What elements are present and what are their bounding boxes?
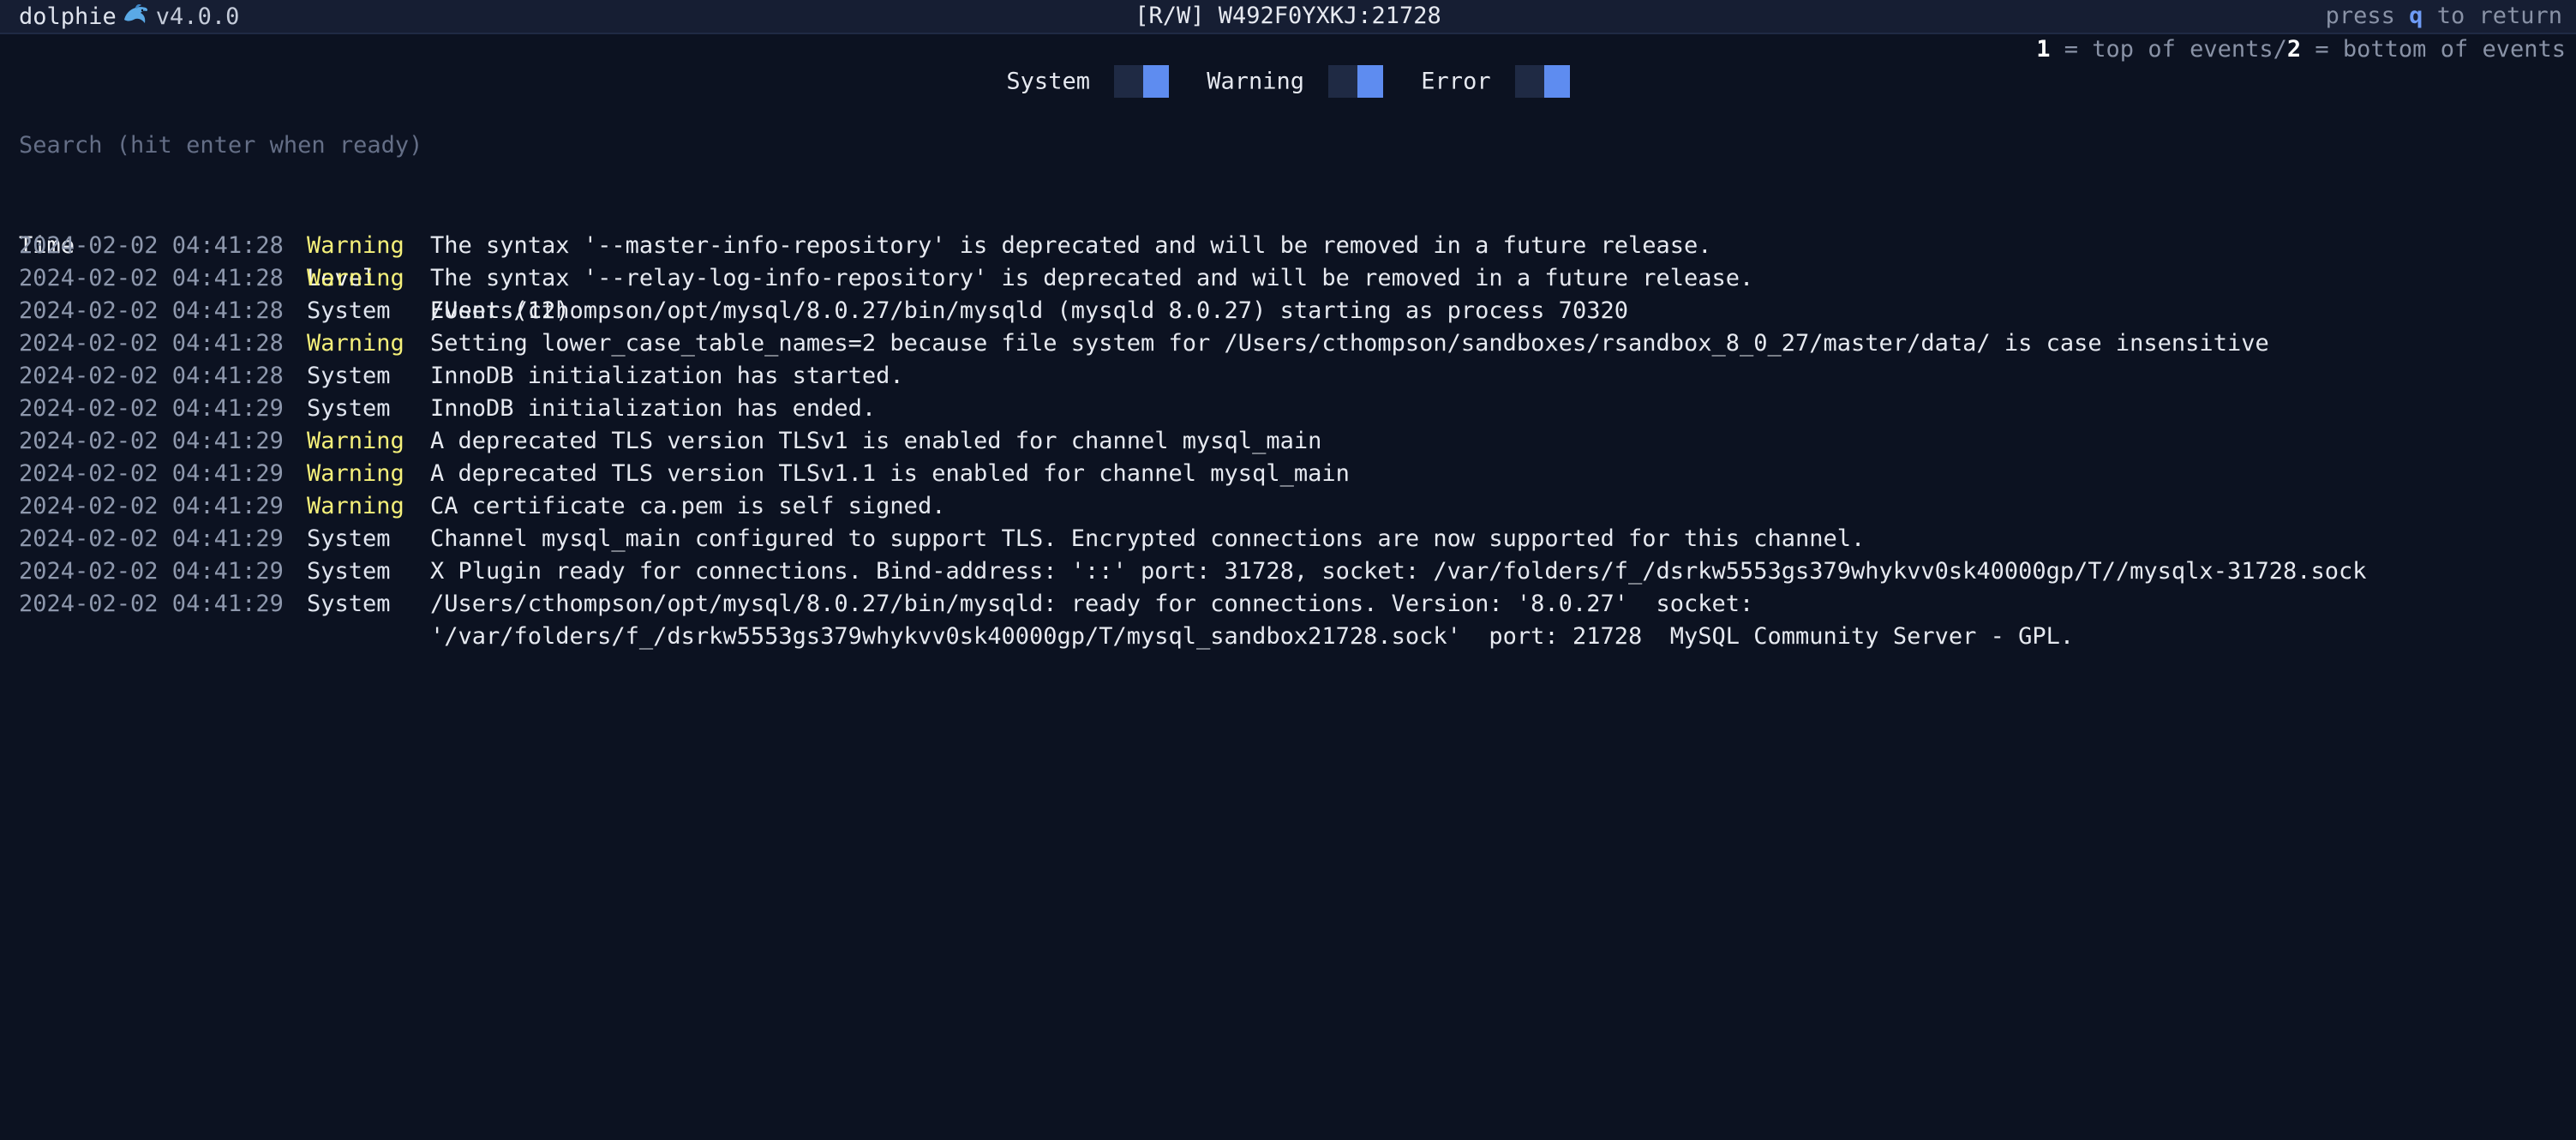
event-time: 2024-02-02 04:41:28 — [19, 363, 284, 389]
event-message: /Users/cthompson/opt/mysql/8.0.27/bin/my… — [430, 591, 1754, 617]
table-row[interactable]: 2024-02-02 04:41:29 Warning CA certificate… — [19, 490, 945, 523]
event-message: The syntax '--master-info-repository' is… — [430, 232, 1712, 259]
table-row[interactable]: 2024-02-02 04:41:29 Warning A deprecated T… — [19, 425, 1321, 458]
search-input[interactable]: Search (hit enter when ready) — [19, 132, 422, 159]
filter-error-toggle[interactable] — [1514, 65, 1570, 98]
toggle-knob — [1357, 65, 1384, 98]
event-level: System — [307, 297, 391, 324]
return-hint: press q to return — [2325, 3, 2562, 29]
table-row[interactable]: 2024-02-02 04:41:28 Warning The syntax '--… — [19, 262, 1753, 295]
event-message: A deprecated TLS version TLSv1 is enable… — [430, 428, 1322, 454]
event-message: CA certificate ca.pem is self signed. — [430, 493, 946, 519]
event-time: 2024-02-02 04:41:28 — [19, 232, 284, 259]
toggle-knob — [1142, 65, 1169, 98]
filter-error: Error — [1421, 65, 1570, 98]
event-level: System — [307, 395, 391, 422]
navigation-hint: 1 = top of events/2 = bottom of events — [2036, 36, 2566, 63]
bottom-key[interactable]: 2 — [2287, 36, 2301, 63]
table-row[interactable]: 2024-02-02 04:41:29 Warning A deprecated T… — [19, 458, 1350, 490]
event-level: Warning — [307, 460, 404, 487]
event-time: 2024-02-02 04:41:29 — [19, 493, 284, 519]
table-row-continuation: '/var/folders/f_/dsrkw5553gs379whykvv0sk… — [19, 621, 2074, 653]
level-filters: System Warning Error — [0, 65, 2576, 98]
table-row[interactable]: 2024-02-02 04:41:29 System/Users/cthompso… — [19, 588, 1753, 621]
filter-error-label: Error — [1421, 68, 1491, 95]
table-row[interactable]: 2024-02-02 04:41:28 System InnoDB initiali… — [19, 360, 904, 393]
event-level: System — [307, 525, 391, 552]
filter-system: System — [1006, 65, 1169, 98]
event-level: System — [307, 363, 391, 389]
event-level: System — [307, 591, 391, 617]
table-row[interactable]: 2024-02-02 04:41:28 Warning Setting lower_… — [19, 327, 2269, 360]
event-message: A deprecated TLS version TLSv1.1 is enab… — [430, 460, 1350, 487]
event-message: Setting lower_case_table_names=2 because… — [430, 330, 2269, 357]
top-key[interactable]: 1 — [2036, 36, 2050, 63]
return-key[interactable]: q — [2409, 3, 2423, 29]
event-level: Warning — [307, 493, 404, 519]
event-level: Warning — [307, 232, 404, 259]
top-bar: dolphie v4.0.0 [R/W] W492F0YXKJ:21728 pr… — [0, 0, 2576, 34]
event-message: Channel mysql_main configured to support… — [430, 525, 1866, 552]
event-message: The syntax '--relay-log-info-repository'… — [430, 265, 1754, 291]
event-level: System — [307, 558, 391, 585]
event-time: 2024-02-02 04:41:29 — [19, 460, 284, 487]
table-header: Time Level Event (12) — [19, 197, 570, 324]
event-time: 2024-02-02 04:41:29 — [19, 525, 284, 552]
event-time: 2024-02-02 04:41:29 — [19, 428, 284, 454]
table-row[interactable]: 2024-02-02 04:41:29 System Channel mysql_m… — [19, 523, 1865, 555]
event-level: Warning — [307, 428, 404, 454]
event-time: 2024-02-02 04:41:29 — [19, 591, 284, 617]
filter-warning: Warning — [1207, 65, 1384, 98]
filter-warning-toggle[interactable] — [1328, 65, 1384, 98]
event-message: InnoDB initialization has started. — [430, 363, 904, 389]
event-time: 2024-02-02 04:41:29 — [19, 395, 284, 422]
filter-system-toggle[interactable] — [1113, 65, 1169, 98]
filter-warning-label: Warning — [1207, 68, 1305, 95]
filter-system-label: System — [1006, 68, 1090, 95]
event-message: X Plugin ready for connections. Bind-add… — [430, 558, 2367, 585]
event-time: 2024-02-02 04:41:28 — [19, 297, 284, 324]
events-table: Time Level Event (12) 2024-02-02 04:41:2… — [19, 197, 2367, 653]
event-time: 2024-02-02 04:41:28 — [19, 265, 284, 291]
event-message-continuation: '/var/folders/f_/dsrkw5553gs379whykvv0sk… — [430, 623, 2075, 650]
table-row[interactable]: 2024-02-02 04:41:28 System/Users/cthompso… — [19, 295, 1628, 327]
toggle-knob — [1543, 65, 1570, 98]
event-level: Warning — [307, 265, 404, 291]
connection-status: [R/W] W492F0YXKJ:21728 — [1135, 3, 1441, 29]
event-time: 2024-02-02 04:41:29 — [19, 558, 284, 585]
table-row[interactable]: 2024-02-02 04:41:29 System InnoDB initiali… — [19, 393, 876, 425]
event-message: InnoDB initialization has ended. — [430, 395, 877, 422]
table-row[interactable]: 2024-02-02 04:41:28 Warning The syntax '--… — [19, 230, 1712, 262]
event-time: 2024-02-02 04:41:28 — [19, 330, 284, 357]
table-row[interactable]: 2024-02-02 04:41:29 System X Plugin ready … — [19, 555, 2367, 588]
event-message: /Users/cthompson/opt/mysql/8.0.27/bin/my… — [430, 297, 1628, 324]
event-level: Warning — [307, 330, 404, 357]
